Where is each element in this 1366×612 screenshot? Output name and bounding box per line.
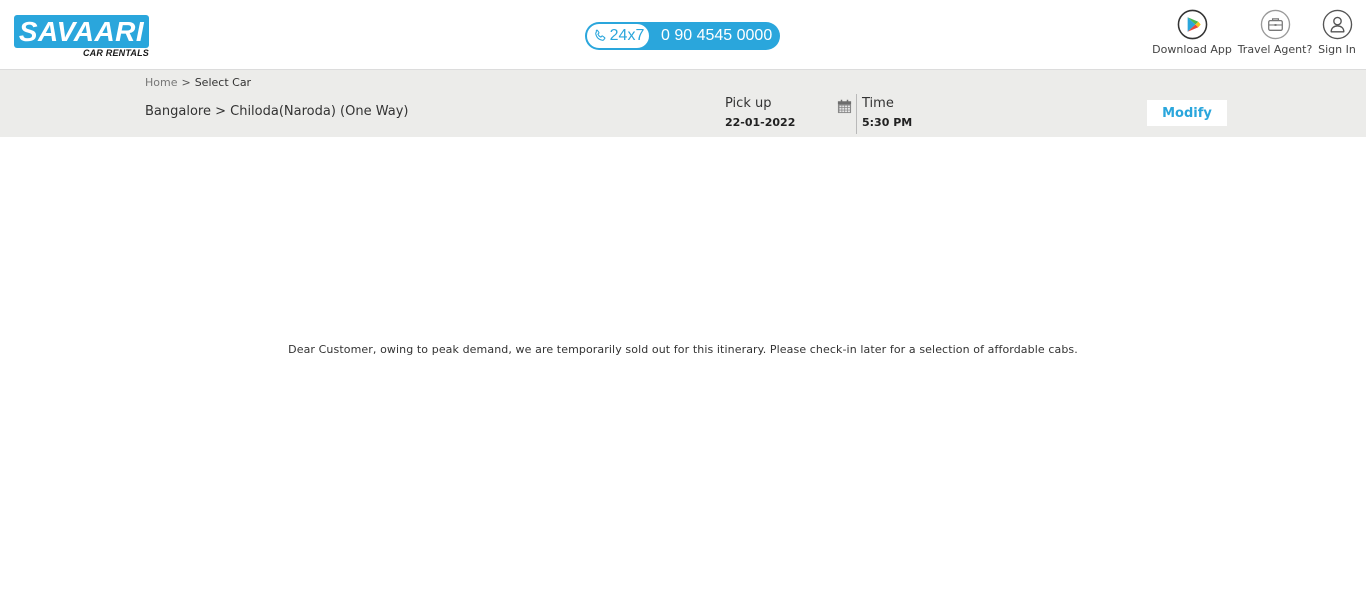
breadcrumb-current: Select Car bbox=[194, 76, 252, 89]
sign-in-label: Sign In bbox=[1318, 43, 1356, 56]
time-value: 5:30 PM bbox=[862, 116, 913, 129]
travel-agent-label: Travel Agent? bbox=[1237, 43, 1313, 56]
site-header: SAVAARI CAR RENTALS 24x7 0 90 4545 0000 … bbox=[0, 0, 1366, 70]
savaari-logo[interactable]: SAVAARI CAR RENTALS bbox=[14, 15, 150, 61]
pickup-label: Pick up bbox=[725, 96, 772, 111]
download-app-link[interactable]: Download App bbox=[1150, 9, 1234, 56]
time-label: Time bbox=[862, 96, 894, 111]
phone-icon bbox=[594, 29, 606, 41]
sign-in-link[interactable]: Sign In bbox=[1314, 9, 1360, 56]
breadcrumb: Home > Select Car bbox=[145, 76, 251, 89]
download-app-label: Download App bbox=[1152, 43, 1232, 56]
support-availability: 24x7 bbox=[586, 23, 650, 49]
calendar-icon[interactable] bbox=[837, 99, 852, 114]
play-store-icon bbox=[1177, 9, 1208, 40]
logo-name: SAVAARI bbox=[18, 16, 145, 47]
travel-agent-link[interactable]: Travel Agent? bbox=[1236, 9, 1314, 56]
user-icon bbox=[1322, 9, 1353, 40]
modify-button[interactable]: Modify bbox=[1147, 100, 1227, 126]
trip-divider bbox=[856, 94, 857, 134]
logo-tagline: CAR RENTALS bbox=[82, 48, 149, 58]
breadcrumb-home[interactable]: Home bbox=[145, 76, 177, 89]
sold-out-message: Dear Customer, owing to peak demand, we … bbox=[288, 343, 1078, 356]
availability-text: 24x7 bbox=[609, 27, 645, 44]
breadcrumb-separator: > bbox=[181, 76, 191, 89]
support-phone[interactable]: 24x7 0 90 4545 0000 bbox=[585, 22, 780, 50]
pickup-date: 22-01-2022 bbox=[725, 116, 796, 129]
briefcase-icon bbox=[1260, 9, 1291, 40]
phone-number[interactable]: 0 90 4545 0000 bbox=[661, 22, 772, 50]
trip-route: Bangalore > Chiloda(Naroda) (One Way) bbox=[145, 104, 409, 119]
